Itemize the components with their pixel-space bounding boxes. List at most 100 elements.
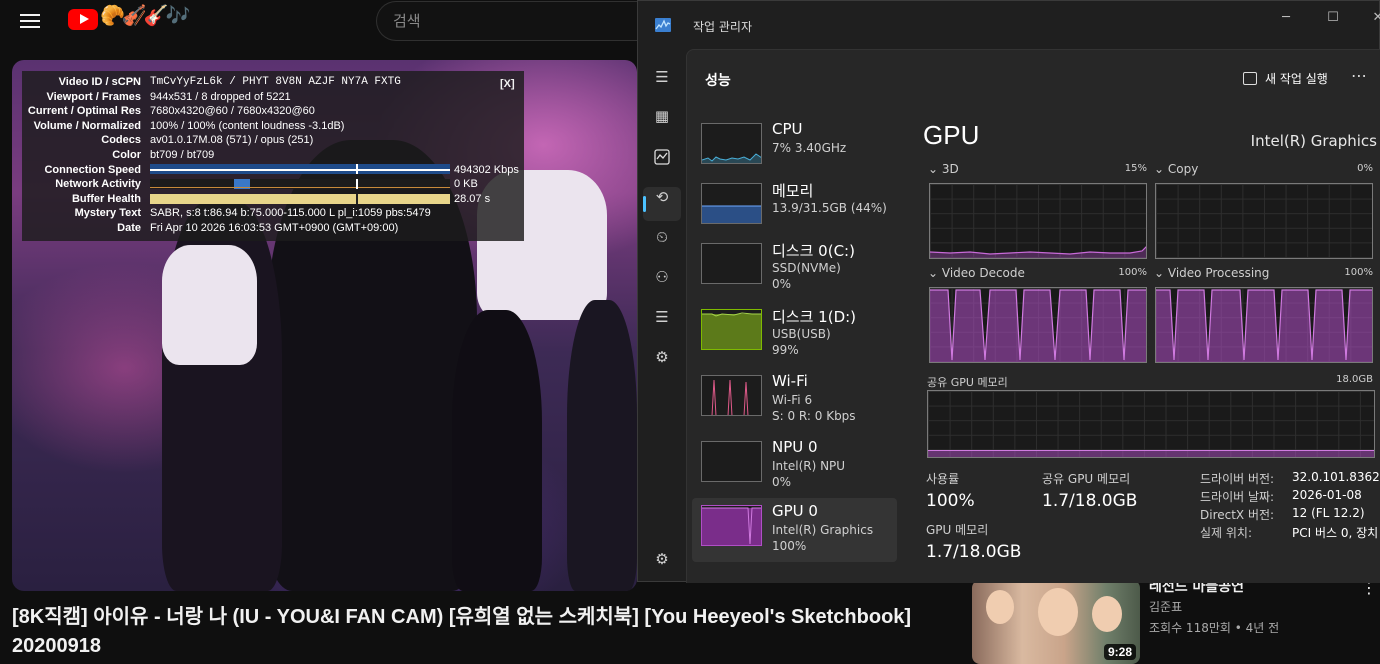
task-manager-window: 작업 관리자 ─ ☐ ✕ ☰ ▦ ⟲ ⏲ ⚇ ☰ ⚙ ⚙ 성능 새 작업 실행 … — [637, 0, 1380, 583]
new-task-icon — [1243, 72, 1257, 85]
new-task-button[interactable]: 새 작업 실행 — [1243, 70, 1328, 87]
stats-label: Network Activity — [55, 178, 141, 191]
graph-video-decode — [929, 287, 1147, 363]
maximize-button[interactable]: ☐ — [1318, 7, 1348, 29]
shared-gpu-memory-value: 1.7/18.0GB — [1042, 491, 1138, 511]
resource-mini-graph — [701, 375, 762, 416]
gpu-adapter-name: Intel(R) Graphics — [1250, 132, 1377, 150]
stats-row: Mystery Text SABR, s:8 t:86.94 b:75.000-1… — [22, 206, 522, 221]
stats-value: 100% / 100% (content loudness -3.1dB) — [150, 119, 345, 132]
resource-item[interactable]: NPU 0 Intel(R) NPU 0% — [692, 434, 897, 498]
menu-icon[interactable]: ☰ — [650, 65, 674, 89]
window-title: 작업 관리자 — [693, 20, 753, 34]
chevron-down-icon: ⌄ — [1154, 162, 1165, 176]
resource-usage: 0% — [772, 277, 792, 291]
stats-for-nerds-panel: [X] Video ID / sCPN TmCvYyFzL6k / PHYT 8V… — [22, 71, 524, 241]
close-button[interactable]: ✕ — [1363, 7, 1380, 29]
services-icon[interactable]: ⚙ — [650, 345, 674, 369]
settings-icon[interactable]: ⚙ — [650, 547, 674, 571]
users-icon[interactable]: ⚇ — [650, 265, 674, 289]
stats-row: Viewport / Frames 944x531 / 8 dropped of … — [22, 90, 522, 105]
resource-item[interactable]: CPU 7% 3.40GHz — [692, 116, 897, 180]
menu-icon[interactable] — [20, 11, 44, 29]
engine-label: 3D — [941, 162, 959, 176]
resource-detail: Intel(R) Graphics — [772, 523, 874, 537]
search-input[interactable]: 검색 — [376, 1, 646, 41]
resource-usage: 99% — [772, 343, 799, 357]
resource-name: GPU 0 — [772, 502, 818, 520]
connection-speed-bar — [150, 164, 450, 174]
utilization-value: 100% — [926, 491, 975, 511]
stats-value: 7680x4320@60 / 7680x4320@60 — [150, 105, 315, 118]
stats-value[interactable]: TmCvYyFzL6k / PHYT 8V8N AZJF NY7A FXTG — [150, 75, 401, 90]
driver-version-label: 드라이버 버전: — [1200, 472, 1275, 486]
stats-value: 28.07 s — [454, 192, 491, 205]
resource-item[interactable]: 디스크 0(C:) SSD(NVMe) 0% — [692, 236, 897, 300]
app-history-icon[interactable]: ⟲ — [650, 185, 674, 209]
stats-value: 494302 Kbps — [454, 163, 519, 176]
thumbnail-face — [986, 590, 1014, 624]
dancer-figure — [567, 300, 637, 591]
chevron-down-icon: ⌄ — [928, 266, 939, 280]
resource-mini-graph — [701, 309, 762, 350]
resource-mini-graph — [701, 441, 762, 482]
graph-shared-gpu-memory — [927, 390, 1375, 458]
processes-icon[interactable]: ▦ — [650, 104, 674, 128]
nav-selection-indicator — [643, 196, 646, 212]
stats-row: Color bt709 / bt709 — [22, 148, 522, 163]
startup-icon[interactable]: ⏲ — [650, 225, 674, 249]
duration-badge: 9:28 — [1103, 644, 1136, 660]
graph-video-processing — [1155, 287, 1373, 363]
resource-usage: 0% — [772, 475, 792, 489]
resource-detail: 13.9/31.5GB (44%) — [772, 201, 887, 215]
engine-selector-video-decode[interactable]: ⌄ Video Decode — [928, 266, 1025, 280]
youtube-logo[interactable] — [68, 9, 98, 30]
stats-row: Date Fri Apr 10 2026 16:03:53 GMT+0900 (G… — [22, 221, 522, 236]
resource-name: NPU 0 — [772, 438, 818, 456]
logo-doodle[interactable]: 🥐🎻🎸🎶 — [100, 3, 191, 27]
graph-3d — [929, 183, 1147, 259]
shared-memory-max: 18.0GB — [1336, 374, 1373, 385]
dancer-shirt — [162, 245, 257, 365]
title-bar[interactable]: 작업 관리자 ─ ☐ ✕ — [638, 1, 1380, 49]
resource-detail: 7% 3.40GHz — [772, 141, 847, 155]
resource-detail: Intel(R) NPU — [772, 459, 846, 473]
resource-name: Wi-Fi — [772, 372, 808, 390]
shared-memory-graph-label: 공유 GPU 메모리 — [927, 376, 1008, 389]
stats-value: 944x531 / 8 dropped of 5221 — [150, 90, 291, 103]
resource-detail: USB(USB) — [772, 327, 831, 341]
engine-label: Video Decode — [941, 266, 1025, 280]
directx-version-value: 12 (FL 12.2) — [1292, 506, 1365, 520]
stats-value: 0 KB — [454, 178, 478, 191]
resource-detail: Wi-Fi 6 — [772, 393, 813, 407]
resource-name: CPU — [772, 120, 803, 138]
resource-usage: S: 0 R: 0 Kbps — [772, 409, 856, 423]
recommended-channel[interactable]: 김준표 — [1149, 598, 1182, 615]
performance-icon[interactable] — [650, 145, 674, 169]
resource-mini-graph — [701, 243, 762, 284]
recommended-thumbnail[interactable]: 9:28 — [972, 580, 1140, 664]
thumbnail-face — [1092, 596, 1122, 632]
details-icon[interactable]: ☰ — [650, 305, 674, 329]
engine-selector-video-processing[interactable]: ⌄ Video Processing — [1154, 266, 1269, 280]
stats-row: Video ID / sCPN TmCvYyFzL6k / PHYT 8V8N A… — [22, 75, 522, 90]
resource-item[interactable]: 메모리 13.9/31.5GB (44%) — [692, 176, 897, 240]
video-title[interactable]: [8K직캠] 아이유 - 너랑 나 (IU - YOU&I FAN CAM) [… — [12, 603, 912, 661]
resource-mini-graph — [701, 183, 762, 224]
engine-selector-3d[interactable]: ⌄ 3D — [928, 162, 959, 176]
resource-usage: 100% — [772, 539, 807, 553]
engine-percent: 0% — [1357, 163, 1373, 174]
engine-selector-copy[interactable]: ⌄ Copy — [1154, 162, 1198, 176]
resource-item[interactable]: Wi-Fi Wi-Fi 6 S: 0 R: 0 Kbps — [692, 368, 897, 432]
resource-mini-graph — [701, 505, 762, 546]
stats-label: Mystery Text — [74, 207, 141, 220]
minimize-button[interactable]: ─ — [1271, 7, 1301, 29]
resource-name: 메모리 — [772, 182, 814, 200]
physical-location-value: PCI 버스 0, 장치 2, 기... — [1292, 526, 1380, 540]
recommended-meta: 조회수 118만회 • 4년 전 — [1149, 621, 1280, 635]
directx-version-label: DirectX 버전: — [1200, 508, 1275, 522]
resource-item[interactable]: GPU 0 Intel(R) Graphics 100% — [692, 498, 897, 562]
resource-item[interactable]: 디스크 1(D:) USB(USB) 99% — [692, 302, 897, 366]
stats-label: Viewport / Frames — [46, 90, 141, 103]
more-options-button[interactable]: ⋯ — [1351, 66, 1367, 85]
